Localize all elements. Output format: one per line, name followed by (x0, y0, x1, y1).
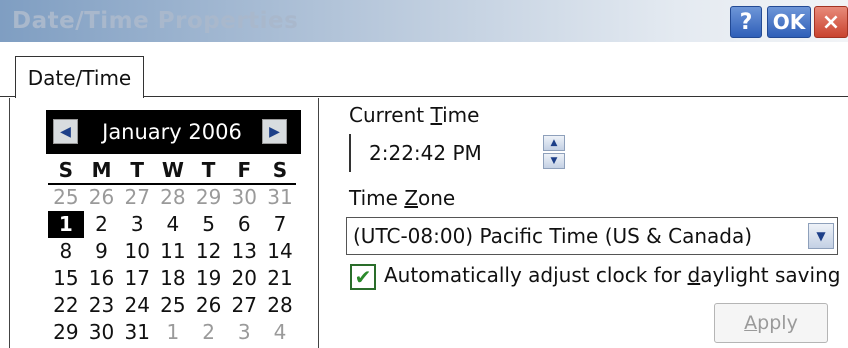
calendar-day[interactable]: 4 (262, 319, 298, 346)
calendar-day[interactable]: 2 (84, 211, 120, 238)
calendar-day[interactable]: 26 (191, 292, 227, 319)
arrow-left-icon[interactable]: ◀ (53, 119, 78, 144)
current-time-label: Current Time (349, 103, 480, 127)
time-spin-down-icon[interactable]: ▼ (543, 153, 565, 169)
ok-button[interactable]: OK (767, 6, 811, 38)
time-zone-value: (UTC-08:00) Pacific Time (US & Canada) (353, 224, 753, 248)
weekday-row: SMTWTFS (48, 157, 298, 184)
calendar-day[interactable]: 30 (84, 319, 120, 346)
calendar-day[interactable]: 20 (226, 265, 262, 292)
calendar-day[interactable]: 7 (262, 211, 298, 238)
calendar-grid: SMTWTFS 25 26 27 28 29 30 31 1 2 3 4 5 6 7 8 9 10 11 12 13 1… (48, 157, 298, 346)
current-time-field[interactable]: 2:22:42 PM (349, 134, 529, 172)
calendar-border-left (9, 98, 10, 348)
calendar-day[interactable]: 29 (48, 319, 84, 346)
calendar-day[interactable]: 12 (191, 238, 227, 265)
calendar-week-row: 1234567 (48, 211, 298, 238)
chevron-down-icon[interactable]: ▼ (808, 223, 834, 249)
calendar-week-row: 22 23 24 25 26 27 28 (48, 292, 298, 319)
tab-strip: Date/Time (0, 42, 848, 98)
checkmark-icon: ✔ (354, 265, 372, 289)
weekday-label: F (237, 158, 252, 182)
weekday-label: W (161, 158, 184, 182)
calendar-week-row: 25 26 27 28 29 30 31 (48, 184, 298, 211)
calendar-day[interactable]: 30 (226, 184, 262, 211)
calendar-day[interactable]: 25 (155, 292, 191, 319)
calendar-day[interactable]: 11 (155, 238, 191, 265)
calendar-day[interactable]: 21 (262, 265, 298, 292)
calendar-day[interactable]: 3 (226, 319, 262, 346)
calendar-day[interactable]: 17 (119, 265, 155, 292)
weekday-divider (48, 183, 296, 185)
calendar-week-row: 29 30 31 1 2 3 4 (48, 319, 298, 346)
close-button[interactable]: × (814, 6, 848, 38)
calendar-day[interactable]: 8 (48, 238, 84, 265)
calendar-day[interactable]: 13 (226, 238, 262, 265)
window-title: Date/Time Properties (12, 8, 299, 34)
tab-gap (16, 95, 143, 98)
calendar-day[interactable]: 22 (48, 292, 84, 319)
title-bar[interactable]: Date/Time Properties ? OK × (0, 0, 848, 42)
calendar-day[interactable]: 24 (119, 292, 155, 319)
calendar-month-title[interactable]: January 2006 (86, 110, 258, 154)
weekday-label: T (130, 158, 145, 182)
time-zone-select[interactable]: (UTC-08:00) Pacific Time (US & Canada) ▼ (346, 217, 838, 255)
apply-button[interactable]: Apply (714, 303, 828, 343)
calendar-day[interactable]: 16 (84, 265, 120, 292)
calendar-day[interactable]: 3 (119, 211, 155, 238)
weekday-label: M (91, 158, 112, 182)
calendar-day[interactable]: 10 (119, 238, 155, 265)
calendar-day[interactable]: 27 (119, 184, 155, 211)
calendar-day[interactable]: 15 (48, 265, 84, 292)
calendar-day[interactable]: 28 (262, 292, 298, 319)
calendar-day[interactable]: 29 (191, 184, 227, 211)
calendar-day[interactable]: 18 (155, 265, 191, 292)
calendar-day[interactable]: 1 (155, 319, 191, 346)
time-zone-label: Time Zone (349, 186, 456, 210)
arrow-right-icon[interactable]: ▶ (262, 119, 287, 144)
calendar-day[interactable]: 2 (191, 319, 227, 346)
calendar-week-row: 8 9 10 11 12 13 14 (48, 238, 298, 265)
calendar-day[interactable]: 25 (48, 184, 84, 211)
help-button[interactable]: ? (730, 6, 762, 38)
calendar-day[interactable]: 19 (191, 265, 227, 292)
calendar-day[interactable]: 14 (262, 238, 298, 265)
tab-date-time[interactable]: Date/Time (15, 56, 144, 98)
dst-checkbox[interactable]: ✔ (350, 264, 376, 290)
weekday-label: S (272, 158, 288, 182)
calendar-day-selected[interactable]: 1 (48, 211, 84, 238)
calendar-border-right (318, 98, 319, 348)
calendar-day[interactable]: 5 (191, 211, 227, 238)
calendar-day[interactable]: 28 (155, 184, 191, 211)
calendar-day[interactable]: 31 (119, 319, 155, 346)
calendar-day[interactable]: 26 (84, 184, 120, 211)
calendar-day[interactable]: 27 (226, 292, 262, 319)
weekday-label: S (58, 158, 74, 182)
dst-checkbox-label[interactable]: Automatically adjust clock for daylight … (384, 263, 840, 287)
time-spin-up-icon[interactable]: ▲ (543, 135, 565, 151)
calendar-day[interactable]: 9 (84, 238, 120, 265)
calendar-day[interactable]: 4 (155, 211, 191, 238)
weekday-label: T (201, 158, 216, 182)
calendar-day[interactable]: 23 (84, 292, 120, 319)
calendar-header: ◀ January 2006 ▶ (46, 110, 301, 154)
calendar-day[interactable]: 6 (226, 211, 262, 238)
calendar-week-row: 15 16 17 18 19 20 21 (48, 265, 298, 292)
calendar-day[interactable]: 31 (262, 184, 298, 211)
